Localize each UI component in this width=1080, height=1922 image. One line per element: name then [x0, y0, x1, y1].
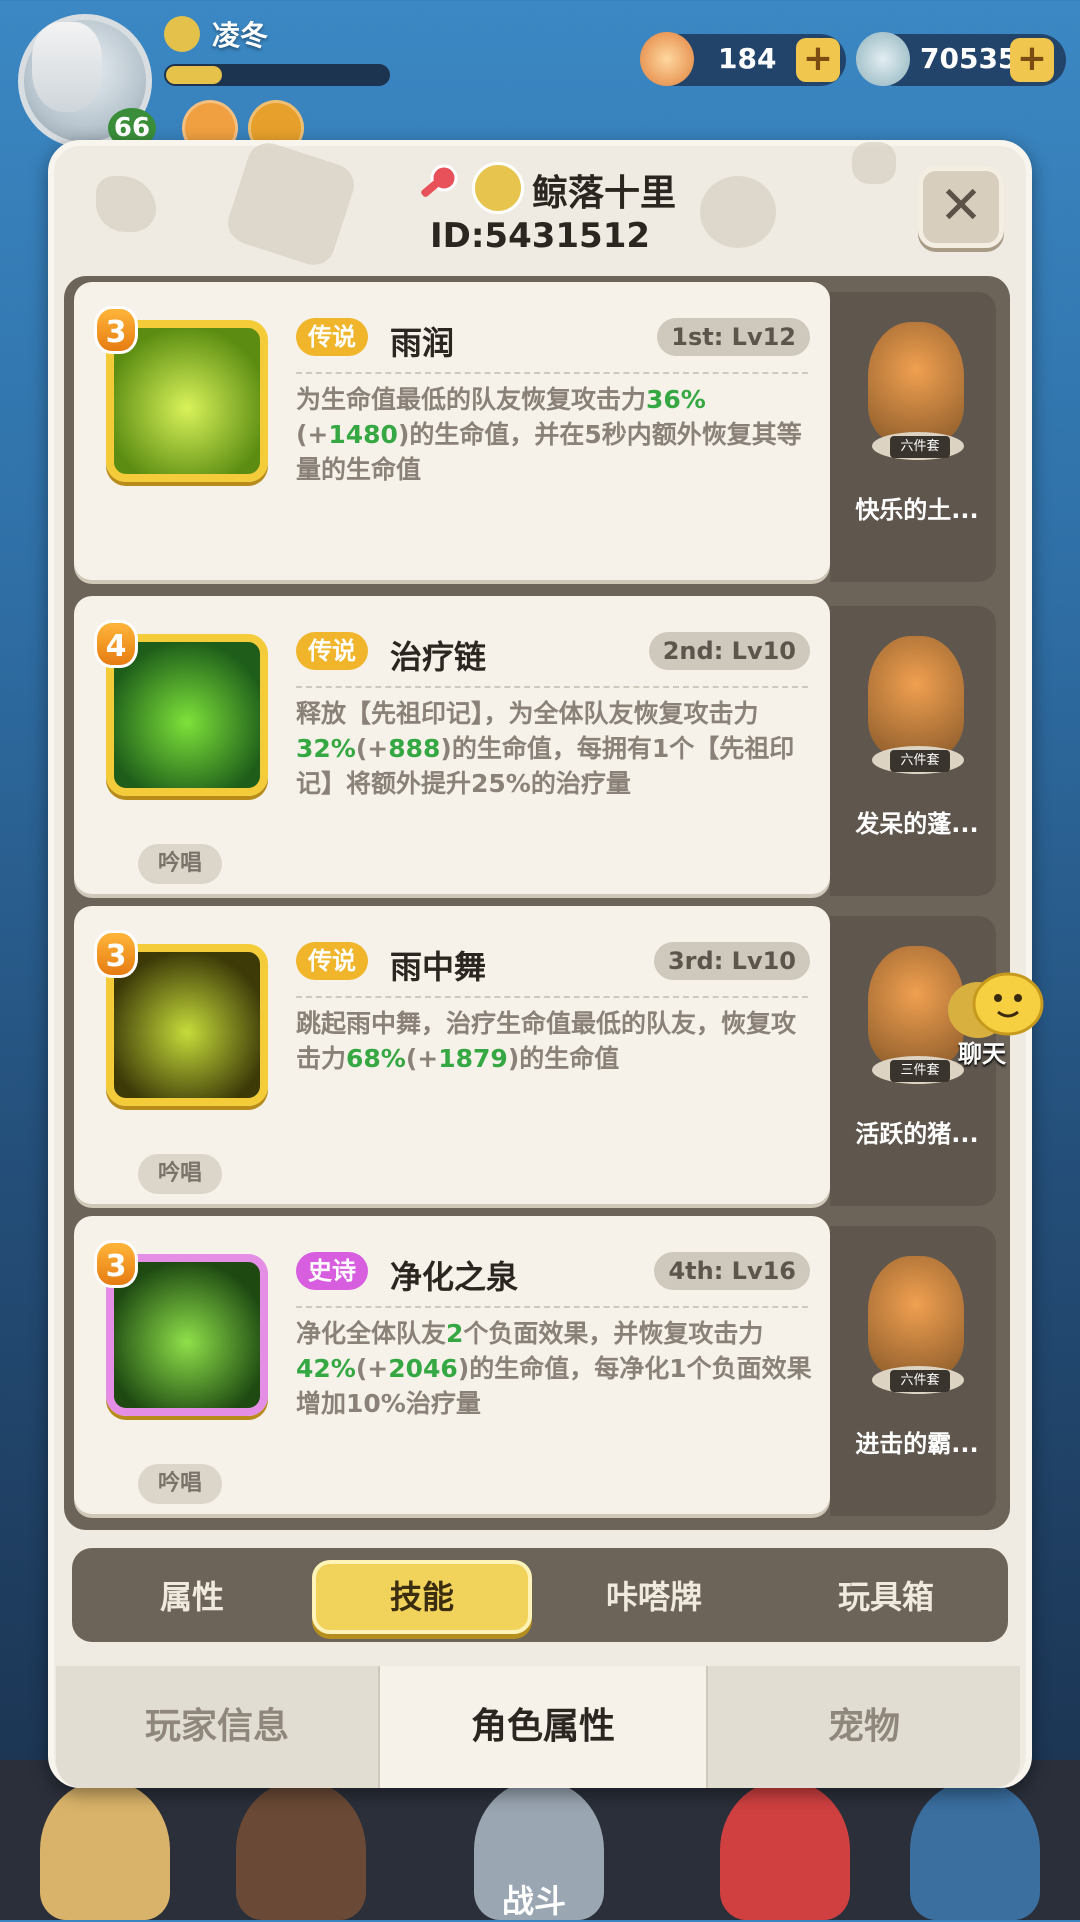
- skill-level-badge: 3: [94, 930, 138, 978]
- pet-figure: [868, 1256, 964, 1376]
- rarity-badge: 传说: [296, 632, 368, 670]
- chat-button[interactable]: 聊天: [938, 972, 1048, 1068]
- skill-desc-text: (+: [355, 734, 389, 763]
- skill-rank: 4th: Lv16: [654, 1252, 810, 1290]
- skill-rank: 1st: Lv12: [657, 318, 810, 356]
- profile-name: 鲸落十里: [532, 173, 677, 214]
- rarity-badge: 史诗: [296, 1252, 368, 1290]
- skill-value: 36%: [646, 385, 706, 414]
- skill-value: 1879: [438, 1044, 508, 1073]
- shell-icon: [856, 32, 910, 86]
- pet-name: 发呆的蓬...: [855, 810, 979, 838]
- skill-level-badge: 3: [94, 1240, 138, 1288]
- tab-attributes[interactable]: 属性: [82, 1560, 302, 1634]
- divider: [296, 996, 808, 998]
- skill-name: 净化之泉: [390, 1258, 519, 1296]
- skill-desc-text: 个负面效果，并恢复攻击力: [463, 1319, 764, 1348]
- skill-value: 68%: [346, 1044, 406, 1073]
- shell-value: 70535: [920, 42, 1018, 75]
- chat-bubble-icon: [948, 972, 1044, 1038]
- pet-figure: [868, 636, 964, 756]
- skill-value: 2046: [388, 1354, 458, 1383]
- nav-guild-icon[interactable]: [910, 1780, 1040, 1920]
- skill-value: 2: [446, 1319, 464, 1348]
- chant-tag: 吟唱: [138, 844, 222, 884]
- tab-player-info[interactable]: 玩家信息: [56, 1666, 378, 1788]
- skill-desc-text: 净化全体队友: [296, 1319, 447, 1348]
- skill-level-badge: 4: [94, 620, 138, 668]
- skill-name: 雨润: [390, 324, 455, 362]
- xp-bar-fill: [166, 66, 222, 84]
- pet-set-tag: 六件套: [890, 750, 950, 772]
- skill-value: 888: [388, 734, 441, 763]
- close-button[interactable]: ✕: [918, 166, 1004, 248]
- skill-value: 1480: [328, 420, 398, 449]
- nav-battle-label: 战斗: [502, 1882, 567, 1920]
- gem-value: 184: [718, 42, 777, 75]
- tab-toy-box[interactable]: 玩具箱: [776, 1560, 996, 1634]
- skill-description: 为生命值最低的队友恢复攻击力36%(+1480)的生命值，并在5秒内额外恢复其等…: [296, 382, 816, 487]
- title-badge-icon: [164, 16, 200, 52]
- gem-icon: [640, 32, 694, 86]
- pet-name: 进击的霸...: [855, 1430, 979, 1458]
- nav-hero-icon[interactable]: [236, 1780, 366, 1920]
- add-gem-button[interactable]: +: [796, 38, 840, 82]
- skill-description: 释放【先祖印记】，为全体队友恢复攻击力32%(+888)的生命值，每拥有1个【先…: [296, 696, 816, 801]
- divider: [296, 686, 808, 688]
- key-icon: [421, 164, 458, 197]
- skill-description: 净化全体队友2个负面效果，并恢复攻击力42%(+2046)的生命值，每净化1个负…: [296, 1316, 816, 1421]
- skill-desc-text: (+: [355, 1354, 389, 1383]
- divider: [296, 1306, 808, 1308]
- pet-figure: [868, 322, 964, 442]
- pet-set-tag: 六件套: [890, 436, 950, 458]
- decor-shape: [852, 142, 896, 184]
- tab-character-attributes[interactable]: 角色属性: [378, 1666, 708, 1788]
- skill-desc-text: 释放【先祖印记】，为全体队友恢复攻击力: [296, 699, 759, 728]
- skill-desc-text: (+: [405, 1044, 439, 1073]
- skill-rank: 3rd: Lv10: [653, 942, 810, 980]
- tab-skills[interactable]: 技能: [312, 1560, 532, 1634]
- chant-tag: 吟唱: [138, 1464, 222, 1504]
- tab-kada-cards[interactable]: 咔嗒牌: [544, 1560, 764, 1634]
- pet-name: 活跃的猪...: [855, 1120, 979, 1148]
- skill-rank: 2nd: Lv10: [648, 632, 810, 670]
- skill-desc-text: (+: [296, 420, 329, 449]
- avatar-portrait: [32, 22, 102, 112]
- add-shell-button[interactable]: +: [1010, 38, 1054, 82]
- skill-value: 32%: [296, 734, 356, 763]
- player-name: 凌冬: [212, 19, 269, 52]
- nav-character-icon[interactable]: [40, 1780, 170, 1920]
- chant-tag: 吟唱: [138, 1154, 222, 1194]
- skill-value: 42%: [296, 1354, 356, 1383]
- rarity-badge: 传说: [296, 318, 368, 356]
- chat-label: 聊天: [958, 1040, 1006, 1068]
- rarity-badge: 传说: [296, 942, 368, 980]
- divider: [296, 372, 808, 374]
- guild-emblem-icon: [472, 162, 524, 214]
- skill-desc-text: )的生命值: [507, 1044, 620, 1073]
- skill-desc-text: 为生命值最低的队友恢复攻击力: [296, 385, 647, 414]
- nav-pet-icon[interactable]: [720, 1780, 850, 1920]
- skill-name: 雨中舞: [390, 948, 487, 986]
- skill-level-badge: 3: [94, 306, 138, 354]
- skill-description: 跳起雨中舞，治疗生命值最低的队友，恢复攻击力68%(+1879)的生命值: [296, 1006, 816, 1076]
- skill-name: 治疗链: [390, 638, 487, 676]
- pet-name: 快乐的土...: [855, 496, 979, 524]
- pet-set-tag: 六件套: [890, 1370, 950, 1392]
- close-icon: ✕: [939, 176, 983, 236]
- tab-pets[interactable]: 宠物: [708, 1666, 1020, 1788]
